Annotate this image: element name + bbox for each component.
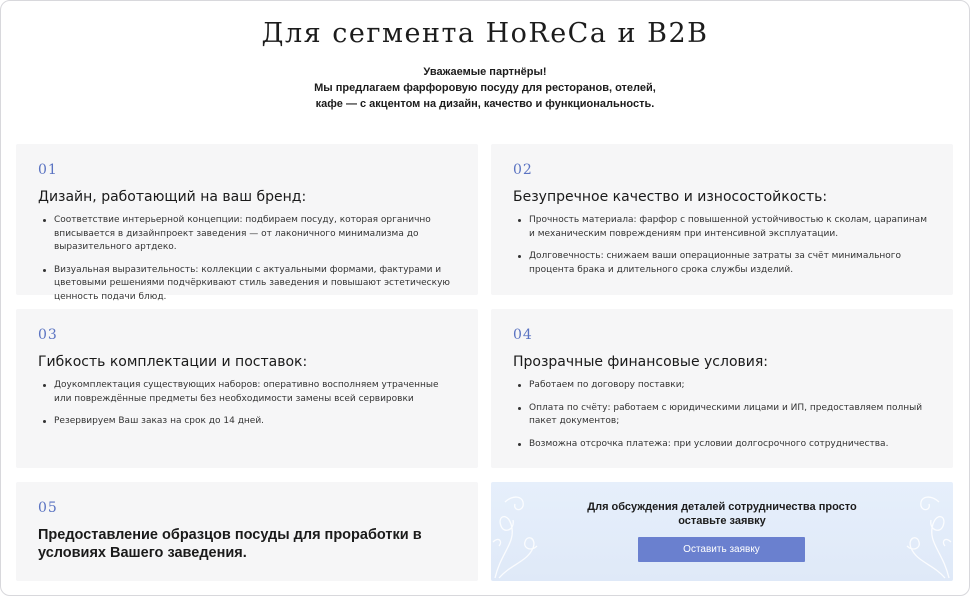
- card-number: 04: [513, 327, 533, 343]
- list-item: Работаем по договору поставки;: [513, 379, 933, 393]
- cta-message-line: оставьте заявку: [678, 515, 766, 527]
- list-item: Долговечность: снижаем ваши операционные…: [513, 250, 933, 277]
- card-bullet-list: Прочность материала: фарфор с повышенной…: [513, 214, 933, 286]
- card-bullet-list: Работаем по договору поставки; Оплата по…: [513, 379, 933, 460]
- card-title: Дизайн, работающий на ваш бренд:: [38, 189, 307, 205]
- card-title: Предоставление образцов посуды для прора…: [38, 527, 422, 561]
- list-item: Возможна отсрочка платежа: при условии д…: [513, 438, 933, 452]
- feature-card-03: 03 Гибкость комплектации и поставок: Доу…: [16, 309, 478, 468]
- card-title: Гибкость комплектации и поставок:: [38, 354, 308, 370]
- cta-message-line: Для обсуждения деталей сотрудничества пр…: [587, 501, 857, 513]
- page-title: Для сегмента HoReCa и B2B: [261, 18, 709, 49]
- cta-message: Для обсуждения деталей сотрудничества пр…: [491, 500, 953, 528]
- floral-ornament-left-icon: [492, 496, 538, 579]
- request-cta-panel: Для обсуждения деталей сотрудничества пр…: [491, 482, 953, 581]
- card-bullet-list: Соответствие интерьерной концепции: подб…: [38, 214, 458, 313]
- intro-greeting: Уважаемые партнёры!: [423, 66, 547, 78]
- card-bullet-list: Доукомплектация существующих наборов: оп…: [38, 379, 458, 438]
- intro-line: кафе — с акцентом на дизайн, качество и …: [315, 98, 655, 110]
- list-item: Резервируем Ваш заказ на срок до 14 дней…: [38, 415, 458, 429]
- submit-request-button[interactable]: Оставить заявку: [638, 537, 805, 562]
- card-title: Прозрачные финансовые условия:: [513, 354, 769, 370]
- card-number: 02: [513, 162, 533, 178]
- card-number: 01: [38, 162, 58, 178]
- card-title: Безупречное качество и износостойкость:: [513, 189, 828, 205]
- feature-card-05: 05 Предоставление образцов посуды для пр…: [16, 482, 478, 581]
- list-item: Доукомплектация существующих наборов: оп…: [38, 379, 458, 406]
- list-item: Прочность материала: фарфор с повышенной…: [513, 214, 933, 241]
- card-number: 03: [38, 327, 58, 343]
- floral-ornament-right-icon: [906, 496, 952, 579]
- list-item: Оплата по счёту: работаем с юридическими…: [513, 402, 933, 429]
- feature-card-01: 01 Дизайн, работающий на ваш бренд: Соот…: [16, 144, 478, 302]
- list-item: Визуальная выразительность: коллекции с …: [38, 264, 458, 305]
- list-item: Соответствие интерьерной концепции: подб…: [38, 214, 458, 255]
- intro-line: Мы предлагаем фарфоровую посуду для рест…: [314, 82, 656, 94]
- feature-card-02: 02 Безупречное качество и износостойкост…: [491, 144, 953, 295]
- card-number: 05: [38, 500, 58, 516]
- feature-card-04: 04 Прозрачные финансовые условия: Работа…: [491, 309, 953, 468]
- intro-text: Уважаемые партнёры! Мы предлагаем фарфор…: [0, 64, 970, 112]
